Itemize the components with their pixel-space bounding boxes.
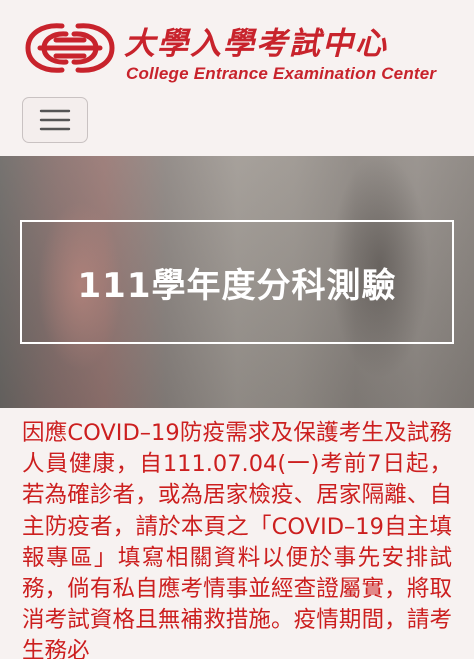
ceec-logo-icon[interactable] xyxy=(22,16,118,80)
hero-title-box: 111學年度分科測驗 xyxy=(20,220,454,344)
hero-banner: 111學年度分科測驗 xyxy=(0,156,474,408)
menu-toggle-button[interactable] xyxy=(22,97,88,143)
hero-title: 111學年度分科測驗 xyxy=(77,265,397,306)
hamburger-menu-icon xyxy=(39,109,71,131)
covid-notice: 因應COVID–19防疫需求及保護考生及試務人員健康，自111.07.04(一)… xyxy=(0,408,474,659)
site-header: 大學入學考試中心 College Entrance Examination Ce… xyxy=(0,0,474,156)
logo-english-text[interactable]: College Entrance Examination Center xyxy=(126,64,436,84)
covid-notice-text: 因應COVID–19防疫需求及保護考生及試務人員健康，自111.07.04(一)… xyxy=(22,420,452,659)
logo-chinese-text[interactable]: 大學入學考試中心 xyxy=(124,18,388,63)
